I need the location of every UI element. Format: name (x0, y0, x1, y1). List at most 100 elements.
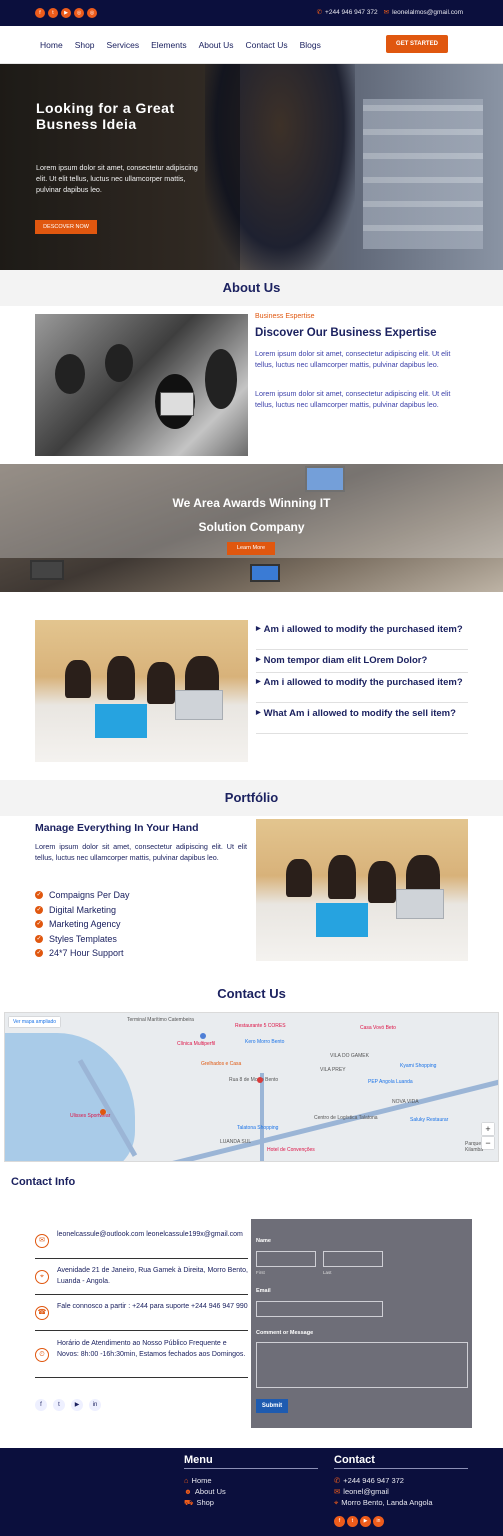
portfolio-text: Lorem ipsum dolor sit amet, consectetur … (35, 842, 247, 862)
about-section: Business Espertise Discover Our Business… (0, 306, 503, 464)
linkedin-icon[interactable]: in (89, 1399, 101, 1411)
map-label: Kero Morro Bento (245, 1039, 285, 1045)
envelope-icon: ✉ (334, 1487, 341, 1496)
footer-link-about[interactable]: ☻ About Us (184, 1487, 226, 1496)
nav-item-about[interactable]: About Us (199, 40, 234, 50)
youtube-icon[interactable]: ▶ (61, 8, 71, 18)
map-pin-icon[interactable] (100, 1109, 106, 1115)
facebook-icon[interactable]: f (35, 1399, 47, 1411)
map-label: Rua 8 de Morro Bento (229, 1077, 279, 1083)
contact-phone-item: ☎ Fale connosco a partir : +244 para supo… (35, 1301, 248, 1331)
users-icon: ☻ (184, 1487, 192, 1496)
hero-title: Looking for a Great Busness Ideia (36, 100, 175, 132)
footer-phone-text: +244 946 947 372 (343, 1476, 404, 1485)
message-textarea[interactable] (256, 1342, 468, 1388)
top-email[interactable]: ✉ leonelalmos@gmail.com (384, 8, 463, 16)
portfolio-meeting-photo (256, 819, 468, 961)
twitter-icon[interactable]: t (48, 8, 58, 18)
twitter-icon[interactable]: t (347, 1516, 358, 1527)
map-pin-icon[interactable] (200, 1033, 206, 1039)
nav-item-shop[interactable]: Shop (75, 40, 95, 50)
list-item: ✓ Marketing Agency (35, 917, 130, 932)
caret-right-icon: ▶ (256, 626, 261, 632)
youtube-icon[interactable]: ▶ (71, 1399, 83, 1411)
facebook-icon[interactable]: f (35, 8, 45, 18)
list-item: ✓ Digital Marketing (35, 903, 130, 918)
map-label: Casa Vovó Beto (360, 1025, 396, 1031)
last-name-input[interactable] (323, 1251, 383, 1267)
zoom-in-button[interactable]: + (482, 1123, 494, 1135)
faq-item[interactable]: ▶ Nom tempor diam elit LOrem Dolor? (256, 655, 468, 673)
awards-title-line-2: Solution Company (198, 520, 305, 534)
check-circle-icon: ✓ (35, 905, 43, 914)
instagram-icon[interactable]: ◎ (74, 8, 84, 18)
top-contact: ✆ +244 946 947 372 ✉ leonelalmos@gmail.com (317, 8, 463, 16)
about-tag: Business Espertise (255, 313, 315, 320)
map-label: Terminal Marítimo Catembeira (127, 1017, 194, 1023)
top-phone[interactable]: ✆ +244 946 947 372 (317, 8, 378, 16)
name-label: Name (256, 1238, 271, 1244)
map-label: Talatona Shopping (237, 1125, 279, 1131)
linkedin-icon[interactable]: in (373, 1516, 384, 1527)
list-item: ✓ Compaigns Per Day (35, 888, 130, 903)
top-social-links: f t ▶ ◎ ◎ (35, 8, 97, 18)
comment-label: Comment or Message (256, 1330, 314, 1336)
first-name-input[interactable] (256, 1251, 316, 1267)
map-label: Restaurante 5 CORES (235, 1023, 286, 1029)
top-bar: f t ▶ ◎ ◎ ✆ +244 946 947 372 ✉ leonelalmos… (0, 0, 503, 26)
footer-address: ⌖ Morro Bento, Landa Angola (334, 1498, 433, 1508)
learn-more-button[interactable]: Learn More (227, 542, 275, 555)
nav-item-elements[interactable]: Elements (151, 40, 186, 50)
faq-question: Nom tempor diam elit LOrem Dolor? (263, 655, 428, 667)
footer-link-home[interactable]: ⌂ Home (184, 1476, 212, 1485)
faq-item[interactable]: ▶ What Am i allowed to modify the sell it… (256, 708, 468, 734)
map-label: Clínica Multiperfil (177, 1041, 216, 1047)
email-field[interactable] (256, 1301, 383, 1317)
envelope-icon: ✉ (383, 9, 390, 16)
map-embed[interactable]: Ver mapa ampliado Terminal Marítimo Cate… (4, 1012, 499, 1162)
map-pin-icon[interactable] (257, 1077, 263, 1083)
portfolio-header: Portfólio (0, 780, 503, 816)
faq-item[interactable]: ▶ Am i allowed to modify the purchased it… (256, 677, 468, 703)
faq-question: Am i allowed to modify the purchased ite… (263, 624, 463, 636)
twitter-icon[interactable]: t (53, 1399, 65, 1411)
nav-item-blogs[interactable]: Blogs (300, 40, 321, 50)
caret-right-icon: ▶ (256, 657, 261, 663)
map-label: NOVA VIDA (392, 1099, 419, 1105)
view-larger-map-link[interactable]: Ver mapa ampliado (9, 1017, 61, 1027)
contact-address-item: ⌖ Avenidade 21 de Janeiro, Rua Gamek à Di… (35, 1265, 248, 1295)
zoom-out-button[interactable]: − (482, 1137, 494, 1149)
footer-phone[interactable]: ✆ +244 946 947 372 (334, 1476, 404, 1485)
faq-question: What Am i allowed to modify the sell ite… (263, 708, 456, 720)
footer-email[interactable]: ✉ leonel@gmail (334, 1487, 389, 1496)
faq-item[interactable]: ▶ Am i allowed to modify the purchased it… (256, 624, 468, 650)
awards-title-line-1: We Area Awards Winning IT (172, 496, 331, 510)
footer-link-label: About Us (194, 1487, 226, 1496)
list-item: ✓ 24*7 Hour Support (35, 946, 130, 961)
phone-icon: ☎ (35, 1306, 49, 1320)
cart-icon: ⛟ (184, 1498, 194, 1507)
hero-window-background (363, 99, 483, 249)
discover-now-button[interactable]: DESCOVER NOW (35, 220, 97, 234)
nav-item-services[interactable]: Services (107, 40, 140, 50)
facebook-icon[interactable]: f (334, 1516, 345, 1527)
check-circle-icon: ✓ (35, 934, 43, 943)
nav-item-contact[interactable]: Contact Us (246, 40, 288, 50)
youtube-icon[interactable]: ▶ (360, 1516, 371, 1527)
about-meeting-photo (35, 314, 248, 456)
submit-button[interactable]: Submit (256, 1399, 288, 1413)
map-marker-icon: ⌖ (35, 1270, 49, 1284)
footer-link-shop[interactable]: ⛟ Shop (184, 1498, 214, 1508)
phone-icon: ✆ (334, 1476, 341, 1485)
main-nav: Home Shop Services Elements About Us Con… (0, 26, 503, 64)
portfolio-heading: Portfólio (224, 790, 279, 805)
about-paragraph-1: Lorem ipsum dolor sit amet, consectetur … (255, 349, 451, 369)
footer-email-text: leonel@gmail (343, 1487, 389, 1496)
list-item-label: Digital Marketing (49, 904, 117, 915)
get-started-button[interactable]: GET STARTED (386, 35, 448, 53)
portfolio-section: Manage Everything In Your Hand Lorem ips… (0, 816, 503, 974)
nav-item-home[interactable]: Home (40, 40, 63, 50)
envelope-icon: ✉ (35, 1234, 49, 1248)
contact-info-section: Contact Info ✉ leonelcassule@outlook.com … (0, 1162, 503, 1448)
dribbble-icon[interactable]: ◎ (87, 8, 97, 18)
